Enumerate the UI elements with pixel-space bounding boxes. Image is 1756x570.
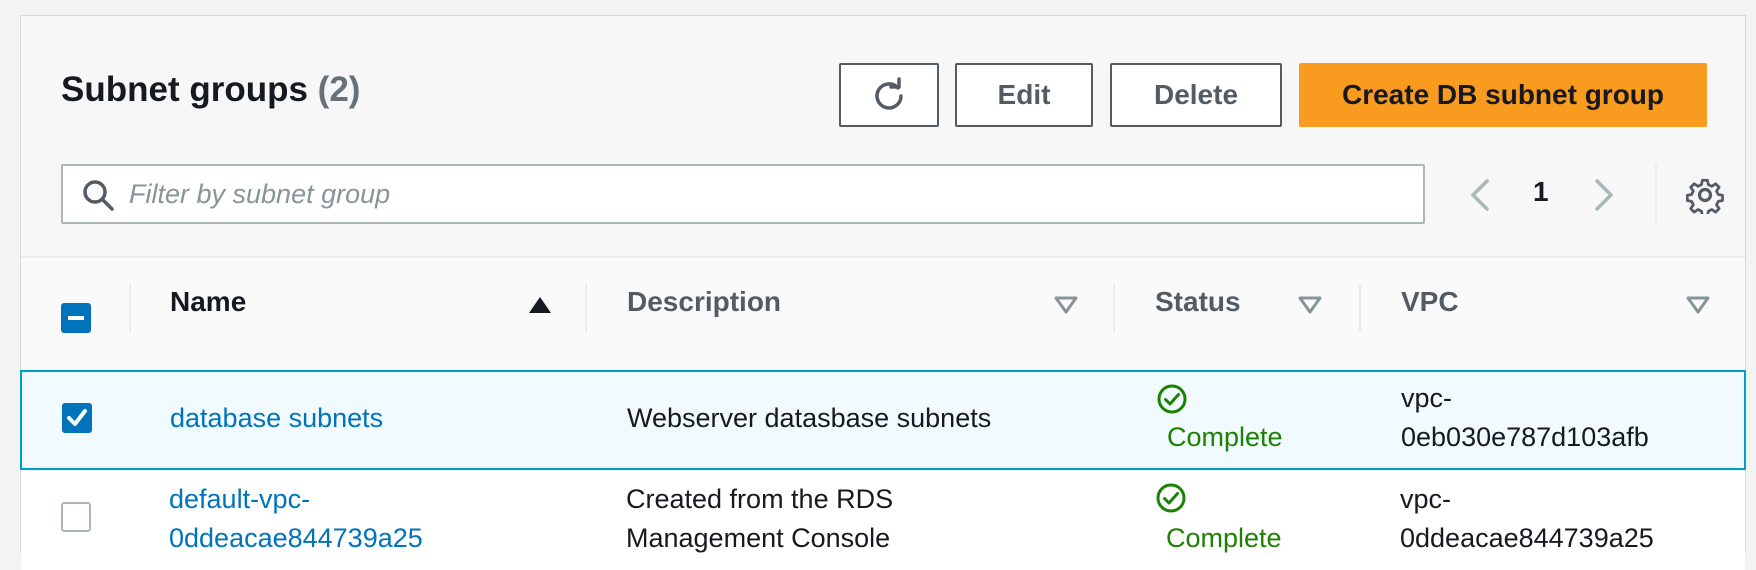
sort-ascending-icon[interactable] <box>527 294 553 316</box>
chevron-right-icon[interactable] <box>1589 177 1619 213</box>
page-title: Subnet groups (2) <box>61 70 360 110</box>
gear-icon[interactable] <box>1686 176 1724 214</box>
row-checkbox[interactable] <box>62 403 92 433</box>
subnet-group-name-link-line2[interactable]: 0ddeacae844739a25 <box>169 519 423 558</box>
refresh-icon <box>875 77 903 110</box>
title-count: (2) <box>317 70 361 109</box>
description-cell-line2: Management Console <box>626 523 891 553</box>
create-db-subnet-group-button[interactable]: Create DB subnet group <box>1299 63 1707 127</box>
subnet-group-name-link[interactable]: database subnets <box>170 399 383 438</box>
refresh-button[interactable] <box>839 63 939 127</box>
filter-input[interactable] <box>127 174 1407 214</box>
sort-caret-down-icon[interactable] <box>1297 294 1323 316</box>
panel-header: Subnet groups (2) Edit Delete Create DB … <box>21 16 1745 256</box>
description-cell-line1: Created from the RDS <box>626 484 894 514</box>
sort-caret-down-icon[interactable] <box>1053 294 1079 316</box>
select-all-checkbox[interactable] <box>61 303 91 333</box>
column-header-description[interactable]: Description <box>627 286 781 318</box>
column-separator <box>129 284 131 332</box>
title-text: Subnet groups <box>61 70 308 109</box>
subnet-groups-panel: Subnet groups (2) Edit Delete Create DB … <box>20 15 1746 570</box>
check-icon <box>67 409 87 426</box>
column-separator <box>585 284 587 332</box>
search-icon <box>83 180 114 211</box>
column-separator <box>1359 284 1361 332</box>
filter-search-box[interactable] <box>61 164 1425 224</box>
chevron-left-icon[interactable] <box>1465 177 1495 213</box>
subnet-group-name-link-line1[interactable]: default-vpc- <box>169 480 310 519</box>
edit-button[interactable]: Edit <box>955 63 1093 127</box>
status-text: Complete <box>1166 523 1282 553</box>
vpc-id-line1: vpc- <box>1401 383 1453 413</box>
sort-caret-down-icon[interactable] <box>1685 294 1711 316</box>
delete-button[interactable]: Delete <box>1110 63 1282 127</box>
column-header-vpc[interactable]: VPC <box>1401 286 1459 318</box>
status-text: Complete <box>1167 422 1283 452</box>
column-header-status[interactable]: Status <box>1155 286 1241 318</box>
vpc-id-line2: 0eb030e787d103afb <box>1401 422 1649 452</box>
vpc-id-line1: vpc- <box>1400 484 1452 514</box>
column-header-name[interactable]: Name <box>170 286 246 318</box>
pager-divider <box>1655 164 1657 224</box>
table-row[interactable]: default-vpc- 0ddeacae844739a25 Created f… <box>21 470 1745 570</box>
success-check-circle-icon <box>1156 483 1186 513</box>
success-check-circle-icon <box>1157 384 1187 414</box>
column-separator <box>1113 284 1115 332</box>
table-row[interactable]: database subnets Webserver datasbase sub… <box>20 370 1746 470</box>
table-header-row: Name Description Status VPC <box>21 258 1745 370</box>
current-page-number[interactable]: 1 <box>1533 176 1549 208</box>
row-checkbox[interactable] <box>61 502 91 532</box>
description-cell: Webserver datasbase subnets <box>627 403 992 433</box>
vpc-id-line2: 0ddeacae844739a25 <box>1400 523 1654 553</box>
